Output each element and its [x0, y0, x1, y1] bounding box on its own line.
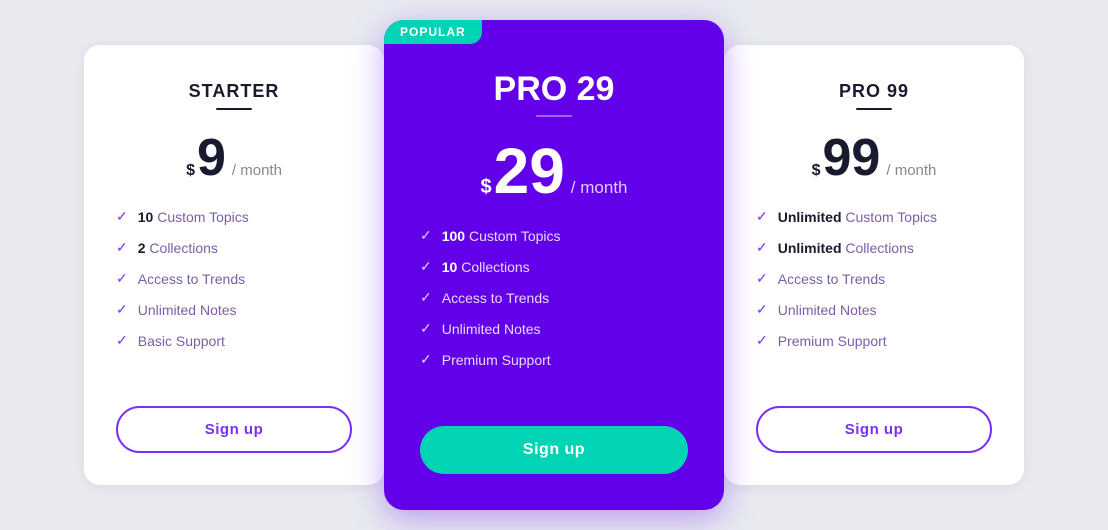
check-icon: ✓: [756, 239, 768, 256]
starter-features: ✓ 10 Custom Topics ✓ 2 Collections ✓ Acc…: [116, 208, 352, 378]
feature-bold: 2: [138, 240, 146, 256]
starter-divider: [216, 108, 252, 110]
pro29-signup-button[interactable]: Sign up: [420, 426, 688, 474]
feature-bold: 100: [442, 228, 465, 244]
check-icon: ✓: [420, 351, 432, 368]
feature-bold: 10: [442, 259, 458, 275]
pro29-currency: $: [480, 176, 491, 199]
feature-text: Access to Trends: [778, 271, 885, 287]
pro29-card: POPULAR PRO 29 $ 29 / month ✓ 100 Custom…: [384, 20, 724, 510]
check-icon: ✓: [116, 332, 128, 349]
pro99-amount: 99: [823, 132, 881, 184]
list-item: ✓ Unlimited Custom Topics: [756, 208, 992, 225]
popular-badge: POPULAR: [384, 20, 482, 44]
feature-text: Access to Trends: [442, 290, 549, 306]
feature-bold: Unlimited: [778, 209, 842, 225]
list-item: ✓ Basic Support: [116, 332, 352, 349]
feature-text: Unlimited Notes: [442, 321, 541, 337]
list-item: ✓ Unlimited Notes: [420, 320, 688, 337]
list-item: ✓ Unlimited Notes: [756, 301, 992, 318]
feature-text: Custom Topics: [842, 209, 937, 225]
feature-text: Premium Support: [442, 352, 551, 368]
check-icon: ✓: [116, 301, 128, 318]
starter-amount: 9: [197, 132, 226, 184]
list-item: ✓ 100 Custom Topics: [420, 227, 688, 244]
check-icon: ✓: [420, 258, 432, 275]
list-item: ✓ Access to Trends: [756, 270, 992, 287]
pro29-price-row: $ 29 / month: [480, 139, 627, 203]
pro99-title: PRO 99: [839, 81, 909, 102]
check-icon: ✓: [756, 332, 768, 349]
pro99-price-row: $ 99 / month: [812, 132, 937, 184]
list-item: ✓ Access to Trends: [116, 270, 352, 287]
pro29-divider: [536, 115, 572, 117]
check-icon: ✓: [116, 208, 128, 225]
feature-text: Unlimited Notes: [138, 302, 237, 318]
feature-text: Custom Topics: [465, 228, 560, 244]
feature-bold: Unlimited: [778, 240, 842, 256]
starter-currency: $: [186, 162, 195, 180]
starter-title: STARTER: [189, 81, 280, 102]
feature-text: Custom Topics: [153, 209, 248, 225]
list-item: ✓ Unlimited Collections: [756, 239, 992, 256]
check-icon: ✓: [756, 208, 768, 225]
list-item: ✓ Premium Support: [420, 351, 688, 368]
check-icon: ✓: [756, 270, 768, 287]
check-icon: ✓: [420, 289, 432, 306]
starter-card: STARTER $ 9 / month ✓ 10 Custom Topics ✓…: [84, 45, 384, 485]
list-item: ✓ 10 Custom Topics: [116, 208, 352, 225]
starter-price-row: $ 9 / month: [186, 132, 282, 184]
feature-text: Collections: [842, 240, 914, 256]
pro99-signup-button[interactable]: Sign up: [756, 406, 992, 453]
check-icon: ✓: [756, 301, 768, 318]
feature-text: Collections: [457, 259, 529, 275]
pro29-amount: 29: [494, 139, 565, 203]
feature-text: Access to Trends: [138, 271, 245, 287]
feature-bold: 10: [138, 209, 154, 225]
starter-period: / month: [232, 162, 282, 179]
pro99-divider: [856, 108, 892, 110]
pro99-currency: $: [812, 162, 821, 180]
check-icon: ✓: [116, 270, 128, 287]
check-icon: ✓: [116, 239, 128, 256]
feature-text: Collections: [146, 240, 218, 256]
list-item: ✓ Premium Support: [756, 332, 992, 349]
starter-signup-button[interactable]: Sign up: [116, 406, 352, 453]
feature-text: Premium Support: [778, 333, 887, 349]
pricing-section: STARTER $ 9 / month ✓ 10 Custom Topics ✓…: [54, 0, 1054, 530]
pro29-title: PRO 29: [494, 70, 615, 109]
pro29-features: ✓ 100 Custom Topics ✓ 10 Collections ✓ A…: [420, 227, 688, 398]
feature-text: Basic Support: [138, 333, 225, 349]
pro99-card: PRO 99 $ 99 / month ✓ Unlimited Custom T…: [724, 45, 1024, 485]
feature-text: Unlimited Notes: [778, 302, 877, 318]
pro99-period: / month: [886, 162, 936, 179]
pro99-features: ✓ Unlimited Custom Topics ✓ Unlimited Co…: [756, 208, 992, 378]
list-item: ✓ 2 Collections: [116, 239, 352, 256]
check-icon: ✓: [420, 227, 432, 244]
list-item: ✓ Unlimited Notes: [116, 301, 352, 318]
list-item: ✓ Access to Trends: [420, 289, 688, 306]
list-item: ✓ 10 Collections: [420, 258, 688, 275]
check-icon: ✓: [420, 320, 432, 337]
pro29-period: / month: [571, 178, 628, 198]
